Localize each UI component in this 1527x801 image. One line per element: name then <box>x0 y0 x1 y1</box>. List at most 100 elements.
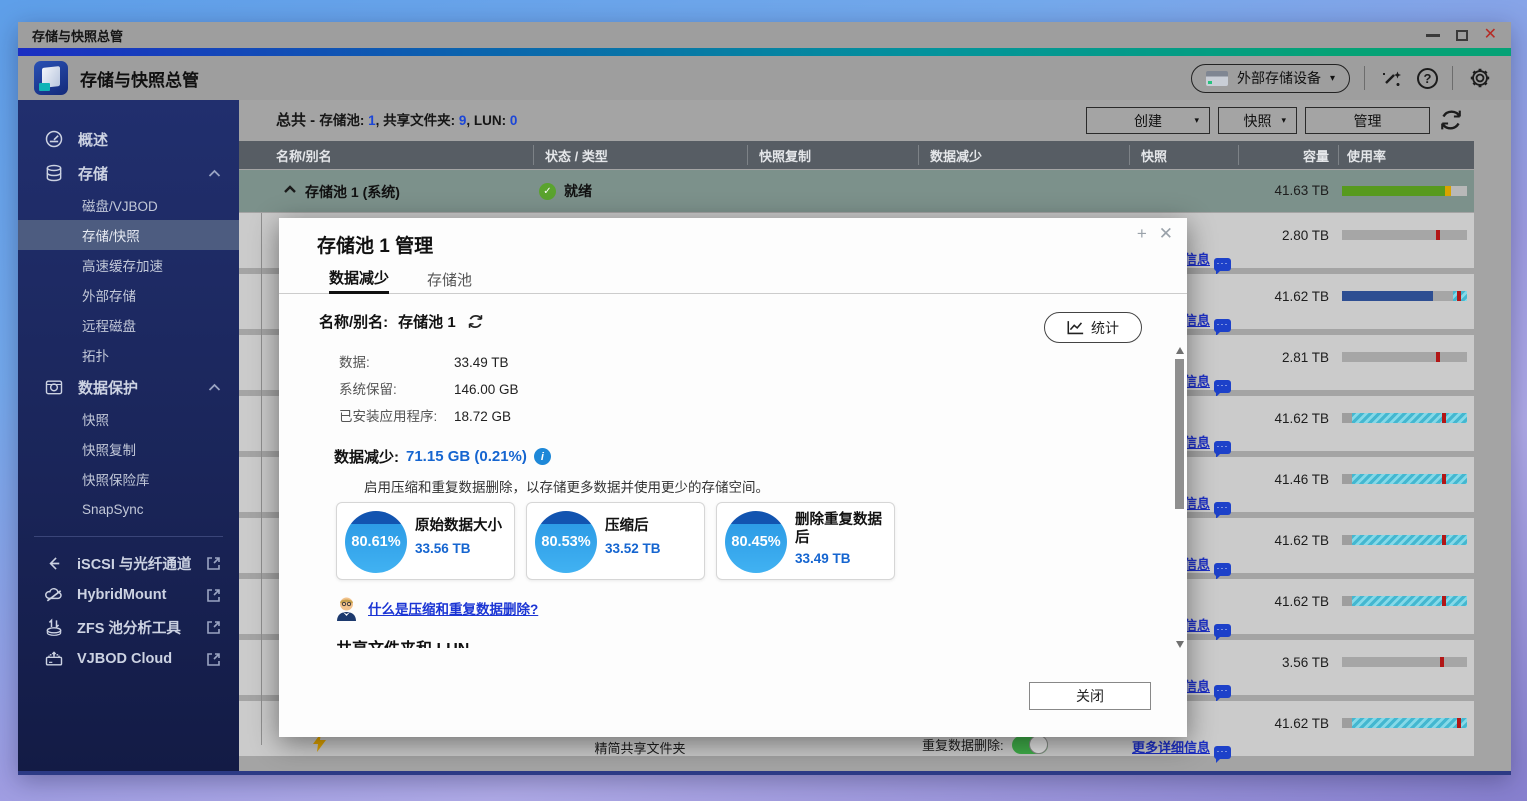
sidebar-item-snapsync[interactable]: SnapSync <box>18 494 239 524</box>
refresh-icon[interactable] <box>1437 106 1465 134</box>
capacity-cell: 41.46 TB <box>1238 472 1329 487</box>
capacity-cell: 2.80 TB <box>1238 228 1329 243</box>
dialog-tabs: 数据减少 存储池 <box>279 264 1187 294</box>
column-usage[interactable]: 使用率 <box>1347 141 1386 169</box>
chevron-up-icon[interactable] <box>208 169 221 178</box>
chart-icon <box>1067 320 1084 335</box>
external-link-icon <box>206 620 221 635</box>
external-storage-device-button[interactable]: 外部存储设备 ▾ <box>1191 64 1350 93</box>
usage-bar <box>1342 657 1467 667</box>
pool-manage-dialog: 存储池 1 管理 + ✕ 数据减少 存储池 名称/别名: 存储池 1 <box>279 218 1187 737</box>
info-icon[interactable]: i <box>534 448 551 465</box>
sidebar-item-external-storage[interactable]: 外部存储 <box>18 280 239 310</box>
comment-icon[interactable]: ··· <box>1214 563 1231 576</box>
more-info-link[interactable]: 更多详细信息 <box>1132 740 1210 755</box>
sidebar-item-cache-acceleration[interactable]: 高速缓存加速 <box>18 250 239 280</box>
desktop-wallpaper: 存储与快照总管 ✕ 存储与快照总管 外部存储设备 ▾ <box>0 0 1527 801</box>
reduction-description: 启用压缩和重复数据删除，以存储更多数据并使用更少的存储空间。 <box>364 476 769 496</box>
sidebar-item-snapshot-replica[interactable]: 快照复制 <box>18 434 239 464</box>
create-button[interactable]: 创建▾ <box>1086 107 1210 134</box>
comment-icon[interactable]: ··· <box>1214 319 1231 332</box>
column-data-reduction[interactable]: 数据减少 <box>930 141 982 169</box>
column-snapshot[interactable]: 快照 <box>1141 141 1167 169</box>
sidebar-item-topology[interactable]: 拓扑 <box>18 340 239 370</box>
help-icon[interactable]: ? <box>1417 68 1438 89</box>
table-row-pool[interactable]: 存储池 1 (系统) ✓ 就绪 41.63 TB <box>239 170 1474 212</box>
status-ok-icon: ✓ <box>539 183 556 200</box>
storage-stack-icon <box>44 163 64 183</box>
refresh-icon[interactable] <box>466 312 485 331</box>
snapshot-button[interactable]: 快照▾ <box>1218 107 1297 134</box>
manage-button[interactable]: 管理 <box>1305 107 1430 134</box>
magic-wand-icon[interactable] <box>1379 66 1403 90</box>
statistics-button[interactable]: 统计 <box>1044 312 1142 343</box>
tab-storage-pool[interactable]: 存储池 <box>427 264 472 294</box>
sidebar-item-disks-vjbod[interactable]: 磁盘/VJBOD <box>18 190 239 220</box>
sidebar-group-storage[interactable]: 存储 <box>18 156 239 190</box>
sidebar-item-zfs-pool-analyzer[interactable]: ZFS 池分析工具 <box>18 611 239 643</box>
close-icon[interactable]: ✕ <box>1484 28 1497 42</box>
window-titlebar[interactable]: 存储与快照总管 ✕ <box>18 22 1511 48</box>
app-window: 存储与快照总管 ✕ 存储与快照总管 外部存储设备 ▾ <box>18 22 1511 775</box>
column-capacity[interactable]: 容量 <box>1238 141 1329 169</box>
scroll-up-icon[interactable] <box>1176 347 1184 354</box>
chevron-up-icon[interactable] <box>208 383 221 392</box>
what-is-compression-link[interactable]: 什么是压缩和重复数据删除? <box>368 598 538 618</box>
sidebar-group-data-protection[interactable]: 数据保护 <box>18 370 239 404</box>
dialog-close-icon[interactable]: ✕ <box>1159 224 1173 244</box>
capacity-cell: 41.62 TB <box>1238 533 1329 548</box>
sidebar-item-iscsi[interactable]: iSCSI 与光纤通道 <box>18 547 239 579</box>
chevron-down-icon: ▾ <box>1330 73 1335 84</box>
comment-icon[interactable]: ··· <box>1214 685 1231 698</box>
column-name[interactable]: 名称/别名 <box>276 141 332 169</box>
comment-icon[interactable]: ··· <box>1214 746 1231 759</box>
comment-icon[interactable]: ··· <box>1214 502 1231 515</box>
comment-icon[interactable]: ··· <box>1214 624 1231 637</box>
sidebar-item-overview[interactable]: 概述 <box>18 122 239 156</box>
sidebar-item-snapshot[interactable]: 快照 <box>18 404 239 434</box>
sidebar-item-vjbod-cloud[interactable]: VJBOD Cloud <box>18 643 239 675</box>
snapshot-camera-icon <box>44 377 64 397</box>
usage-bar <box>1342 474 1467 484</box>
pool-name: 存储池 1 (系统) <box>305 182 400 202</box>
minimize-icon[interactable] <box>1426 34 1440 37</box>
usage-bar <box>1342 186 1467 196</box>
sidebar-item-remote-disk[interactable]: 远程磁盘 <box>18 310 239 340</box>
percent-circle: 80.53% <box>535 511 597 573</box>
info-row: 数据:33.49 TB <box>339 351 509 371</box>
gauge-icon <box>44 129 64 149</box>
capacity-cell: 41.62 TB <box>1238 411 1329 426</box>
column-status-type[interactable]: 状态 / 类型 <box>545 141 608 169</box>
pool-status: 就绪 <box>564 181 592 201</box>
comment-icon[interactable]: ··· <box>1214 258 1231 271</box>
settings-gear-icon[interactable] <box>1467 65 1493 91</box>
app-icon <box>34 61 68 95</box>
capacity-cell: 3.56 TB <box>1238 655 1329 670</box>
reduction-card-original: 80.61% 原始数据大小 33.56 TB <box>336 502 515 580</box>
scroll-down-icon[interactable] <box>1176 641 1184 648</box>
app-header: 存储与快照总管 外部存储设备 ▾ ? <box>18 56 1511 100</box>
data-reduction-row: 数据减少: 71.15 GB (0.21%) i <box>334 446 551 467</box>
pool-name-row: 名称/别名: 存储池 1 <box>319 311 485 332</box>
usage-bar <box>1342 413 1467 423</box>
dialog-scrollbar[interactable] <box>1174 345 1185 650</box>
collapse-chevron-icon[interactable] <box>283 184 297 194</box>
column-snapshot-replica[interactable]: 快照复制 <box>759 141 811 169</box>
sidebar-item-storage-snapshots[interactable]: 存储/快照 <box>18 220 239 250</box>
maximize-icon[interactable] <box>1456 30 1468 41</box>
window-title: 存储与快照总管 <box>32 26 123 45</box>
sidebar-item-hybridmount[interactable]: HybridMount <box>18 579 239 611</box>
sidebar-item-snapshot-vault[interactable]: 快照保险库 <box>18 464 239 494</box>
tab-data-reduction[interactable]: 数据减少 <box>329 264 389 294</box>
sidebar-divider <box>34 536 223 537</box>
capacity-cell: 41.62 TB <box>1238 716 1329 731</box>
close-dialog-button[interactable]: 关闭 <box>1029 682 1151 710</box>
scrollbar-thumb[interactable] <box>1175 359 1184 509</box>
dedup-toggle[interactable] <box>1012 736 1048 754</box>
comment-icon[interactable]: ··· <box>1214 380 1231 393</box>
external-link-icon <box>206 588 221 603</box>
app-title: 存储与快照总管 <box>80 66 199 91</box>
comment-icon[interactable]: ··· <box>1214 441 1231 454</box>
reduction-card-compressed: 80.53% 压缩后 33.52 TB <box>526 502 705 580</box>
detach-plus-icon[interactable]: + <box>1137 224 1147 244</box>
